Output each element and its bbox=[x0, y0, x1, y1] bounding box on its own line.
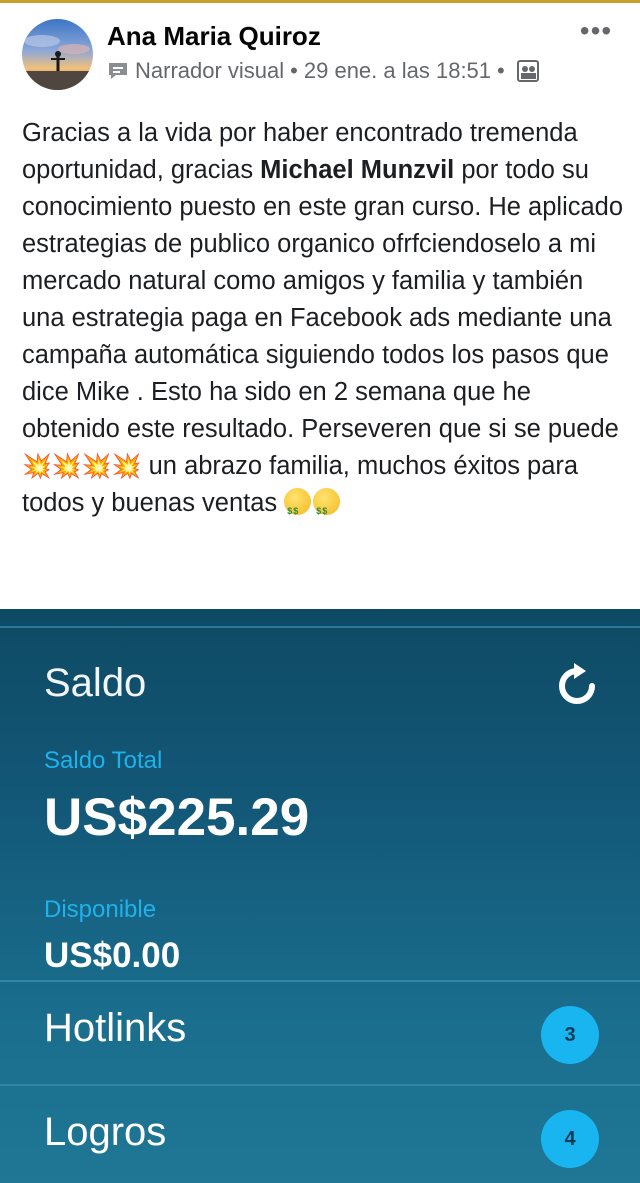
money-mouth-emoji bbox=[313, 488, 341, 530]
more-options-button[interactable]: ••• bbox=[574, 15, 618, 46]
row-hotlinks[interactable]: Hotlinks 3 bbox=[0, 982, 640, 1082]
avatar[interactable] bbox=[22, 19, 93, 90]
refresh-icon[interactable] bbox=[552, 661, 602, 711]
post-timestamp[interactable]: 29 ene. a las 18:51 bbox=[304, 58, 491, 84]
meta-separator: • bbox=[290, 58, 298, 83]
collision-emoji: 💥💥💥💥 bbox=[22, 453, 142, 480]
avatar-image bbox=[22, 19, 93, 90]
row-label: Logros bbox=[44, 1110, 167, 1154]
speech-bubble-icon bbox=[109, 63, 127, 79]
row-label: Hotlinks bbox=[44, 1006, 187, 1050]
post-meta: Narrador visual • 29 ene. a las 18:51 • bbox=[107, 58, 539, 84]
count-badge: 3 bbox=[541, 1006, 599, 1064]
balance-title: Saldo bbox=[44, 661, 147, 705]
post-header: Ana Maria Quiroz Narrador visual • 29 en… bbox=[0, 3, 640, 103]
panel-divider-top bbox=[0, 626, 640, 628]
available-value: US$0.00 bbox=[44, 936, 181, 975]
available-label: Disponible bbox=[44, 896, 157, 923]
total-balance-label: Saldo Total bbox=[44, 747, 163, 774]
mention-link[interactable]: Michael Munzvil bbox=[260, 156, 454, 184]
count-badge: 4 bbox=[541, 1110, 599, 1168]
author-name[interactable]: Ana Maria Quiroz bbox=[107, 21, 321, 52]
balance-screenshot[interactable]: Saldo Saldo Total US$225.29 Disponible U… bbox=[0, 609, 640, 1183]
row-logros[interactable]: Logros 4 bbox=[0, 1086, 640, 1183]
total-balance-value: US$225.29 bbox=[44, 788, 310, 847]
post-text: Gracias a la vida por haber encontrado t… bbox=[22, 115, 632, 530]
more-horizontal-icon: ••• bbox=[579, 15, 613, 46]
post-text-part2: por todo su conocimiento puesto en este … bbox=[22, 156, 624, 443]
friends-icon[interactable] bbox=[516, 60, 539, 82]
money-mouth-emoji bbox=[284, 488, 312, 530]
meta-separator-2: • bbox=[497, 58, 505, 83]
badge-label[interactable]: Narrador visual bbox=[135, 58, 284, 84]
